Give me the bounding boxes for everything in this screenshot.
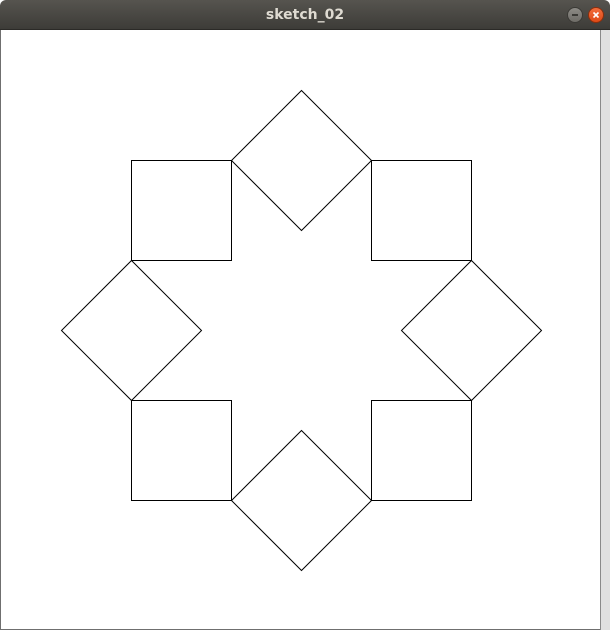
square-bottom-right [371,400,472,501]
minimize-icon[interactable] [567,7,583,23]
sketch-drawing [60,89,543,572]
close-icon[interactable] [588,7,604,23]
sketch-canvas[interactable] [0,30,600,630]
app-window: sketch_02 [0,0,610,630]
square-bottom-left [131,400,232,501]
diamond-left [60,259,203,402]
square-top-left [131,160,232,261]
diamond-bottom [230,429,373,572]
square-top-right [371,160,472,261]
diamond-right [400,259,543,402]
diamond-top [230,89,373,232]
close-glyph [592,11,600,19]
window-edge [600,30,610,630]
window-title: sketch_02 [265,7,345,23]
title-bar[interactable]: sketch_02 [0,0,610,30]
